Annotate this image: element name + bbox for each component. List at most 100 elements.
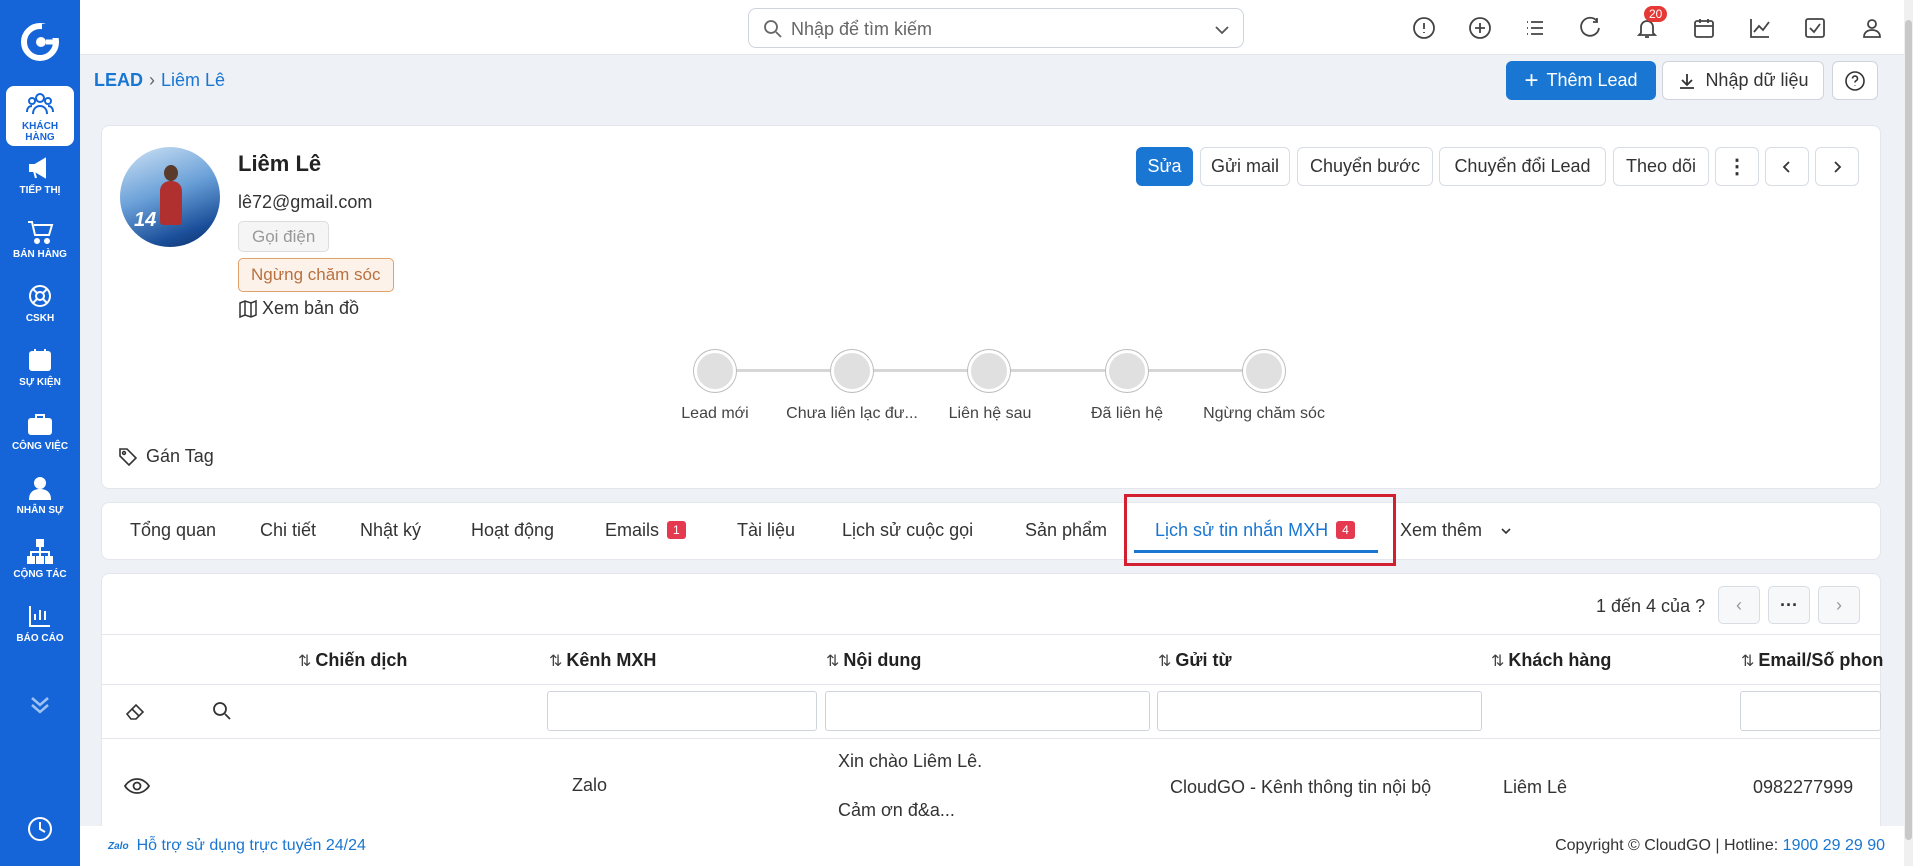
sort-icon: ⇅ (826, 652, 840, 670)
tab-call-history[interactable]: Lịch sử cuộc gọi (842, 520, 973, 541)
chevron-right-icon: › (149, 70, 155, 90)
filter-email-phone-input[interactable] (1740, 691, 1881, 731)
tab-more[interactable]: Xem thêm (1400, 520, 1513, 541)
list-button[interactable] (1523, 16, 1547, 40)
more-actions-button[interactable]: ⋮ (1715, 147, 1759, 186)
search-input[interactable] (791, 17, 1171, 41)
divider (101, 634, 1881, 635)
step-dot[interactable] (1106, 350, 1148, 392)
chart-button[interactable] (1748, 16, 1772, 40)
add-button[interactable] (1468, 16, 1492, 40)
filter-sent-from-input[interactable] (1157, 691, 1482, 731)
column-header-sent-from[interactable]: ⇅ Gửi từ (1158, 650, 1231, 671)
tab-details[interactable]: Chi tiết (260, 520, 316, 541)
cell-channel: Zalo (572, 775, 608, 795)
search-icon (764, 20, 782, 38)
chevron-double-down-icon[interactable] (26, 690, 54, 718)
breadcrumb-current: Liêm Lê (161, 70, 226, 90)
breadcrumb-root[interactable]: LEAD (94, 70, 143, 90)
column-header-campaign[interactable]: ⇅ Chiến dịch (298, 650, 407, 671)
copyright: Copyright © CloudGO | Hotline: 1900 29 2… (1555, 837, 1885, 854)
lead-email[interactable]: lê72@gmail.com (238, 192, 372, 213)
tab-overview[interactable]: Tổng quan (130, 520, 216, 541)
filter-channel-input[interactable] (547, 691, 817, 731)
eye-icon[interactable] (124, 776, 150, 796)
sidebar-item-hr[interactable]: NHÂN SỰ (6, 470, 74, 530)
column-header-email-phone[interactable]: ⇅ Email/Số phon (1741, 650, 1883, 671)
assign-tag-link[interactable]: Gán Tag (118, 446, 214, 467)
emails-count-badge: 1 (667, 521, 686, 539)
sidebar-item-events[interactable]: SỰ KIỆN (6, 342, 74, 402)
sidebar-item-label: CÔNG VIỆC (11, 441, 69, 452)
help-button[interactable] (1832, 61, 1878, 100)
column-header-customer[interactable]: ⇅ Khách hàng (1491, 650, 1611, 671)
refresh-button[interactable] (1579, 16, 1603, 40)
cart-icon (28, 221, 54, 244)
hotline-link[interactable]: 1900 29 29 90 (1783, 837, 1885, 854)
pager-more-button[interactable]: ··· (1768, 586, 1810, 624)
follow-button[interactable]: Theo dõi (1613, 147, 1709, 186)
add-lead-button[interactable]: + Thêm Lead (1506, 61, 1656, 100)
sidebar-item-collab[interactable]: CỘNG TÁC (6, 534, 74, 594)
search-icon[interactable] (211, 700, 233, 722)
support-text: Hỗ trợ sử dụng trực tuyến 24/24 (136, 837, 366, 854)
sidebar-item-customers[interactable]: KHÁCH HÀNG (6, 86, 74, 146)
step-dot[interactable] (694, 350, 736, 392)
global-search[interactable] (748, 8, 1244, 48)
sidebar-item-marketing[interactable]: TIẾP THỊ (6, 150, 74, 210)
step-dot[interactable] (968, 350, 1010, 392)
sidebar-item-label: CSKH (25, 313, 55, 324)
sidebar-item-tasks[interactable]: CÔNG VIỆC (6, 406, 74, 466)
step-dot[interactable] (1243, 350, 1285, 392)
sidebar-item-support[interactable]: CSKH (6, 278, 74, 338)
send-mail-button[interactable]: Gửi mail (1200, 147, 1290, 186)
task-button[interactable] (1803, 16, 1827, 40)
import-button[interactable]: Nhập dữ liệu (1662, 61, 1824, 100)
rotate-icon (1580, 16, 1600, 37)
chevron-down-icon[interactable] (1213, 21, 1231, 39)
clear-filter-eraser-icon[interactable] (124, 700, 146, 722)
status-badge[interactable]: Ngừng chăm sóc (238, 258, 394, 292)
previous-record-button[interactable] (1765, 147, 1809, 186)
view-map-link[interactable]: Xem bản đồ (238, 298, 359, 319)
download-icon (1680, 73, 1695, 89)
step-label: Đã liên hệ (1090, 405, 1164, 422)
edit-button[interactable]: Sửa (1136, 147, 1193, 186)
sidebar-item-reports[interactable]: BÁO CÁO (6, 598, 74, 658)
column-header-content[interactable]: ⇅ Nội dung (826, 650, 921, 671)
column-header-channel[interactable]: ⇅ Kênh MXH (549, 650, 656, 671)
chevron-right-icon (1834, 160, 1842, 173)
tab-documents[interactable]: Tài liệu (737, 520, 795, 541)
line-chart-icon (1750, 19, 1770, 38)
calendar-button[interactable] (1692, 16, 1716, 40)
plus-circle-icon (1469, 17, 1491, 39)
clock-icon[interactable] (26, 815, 54, 843)
tab-products[interactable]: Sản phẩm (1025, 520, 1107, 541)
support-link[interactable]: Zalo Hỗ trợ sử dụng trực tuyến 24/24 (108, 837, 366, 855)
pager-text: 1 đến 4 của ? (1596, 596, 1706, 616)
alert-button[interactable] (1412, 16, 1436, 40)
sidebar-item-sales[interactable]: BÁN HÀNG (6, 214, 74, 274)
help-icon (1845, 70, 1865, 91)
convert-lead-button[interactable]: Chuyển đổi Lead (1439, 147, 1606, 186)
cell-customer[interactable]: Liêm Lê (1503, 777, 1567, 798)
cloudgo-logo[interactable] (16, 18, 64, 66)
page-scrollbar[interactable] (1904, 0, 1913, 866)
next-record-button[interactable] (1815, 147, 1859, 186)
step-dot[interactable] (831, 350, 873, 392)
sort-icon: ⇅ (549, 652, 563, 670)
tab-emails[interactable]: Emails 1 (605, 520, 686, 541)
pager-next-button[interactable]: › (1818, 586, 1860, 624)
move-step-button[interactable]: Chuyển bước (1297, 147, 1433, 186)
annotation-highlight-box (1124, 494, 1396, 566)
profile-button[interactable] (1860, 16, 1884, 40)
scrollbar-thumb[interactable] (1905, 20, 1912, 840)
sidebar-item-label: TIẾP THỊ (19, 185, 61, 196)
pager-previous-button[interactable]: ‹ (1718, 586, 1760, 624)
tab-activity[interactable]: Hoạt động (471, 520, 554, 541)
call-button[interactable]: Gọi điện (238, 221, 330, 252)
tab-log[interactable]: Nhật ký (360, 520, 421, 541)
breadcrumb: LEAD › Liêm Lê (94, 70, 225, 91)
divider (101, 684, 1881, 685)
filter-content-input[interactable] (825, 691, 1150, 731)
